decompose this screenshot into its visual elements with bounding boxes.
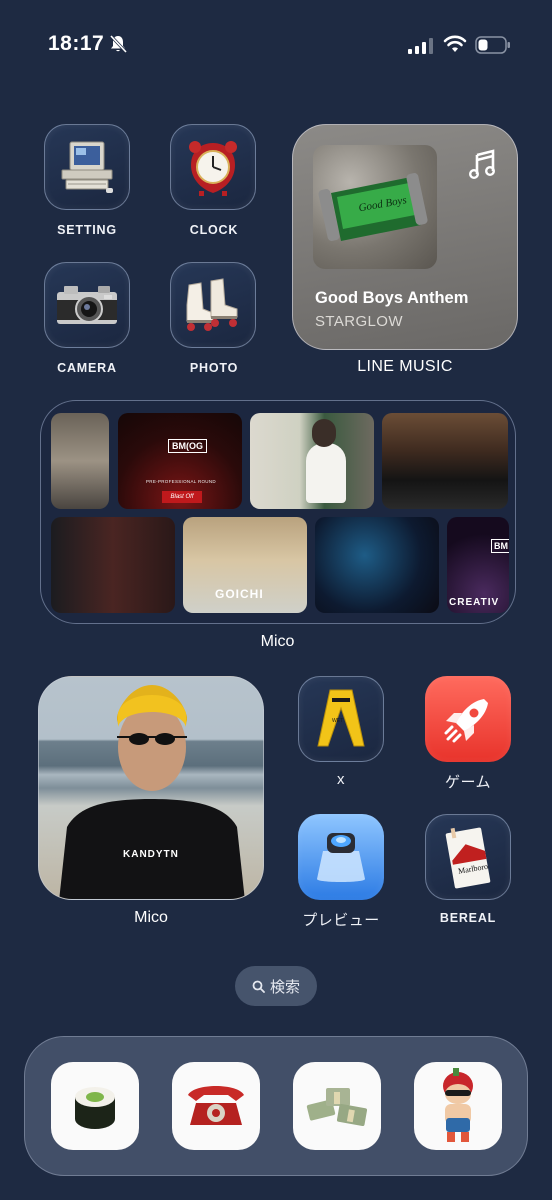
camera-app-button[interactable] (44, 262, 130, 348)
dock-app-money[interactable] (293, 1062, 381, 1150)
x-app-label: x (337, 771, 345, 788)
photo-widget[interactable]: BM(OG PRE-PROFESSIONAL ROUND Blast Off G… (40, 400, 516, 624)
wifi-icon (443, 35, 467, 52)
tile-blast-text: Blast Off (162, 491, 202, 503)
money-stacks-icon (306, 1088, 368, 1126)
game-app-button[interactable] (425, 676, 511, 762)
tile-logo-text: BM(OG (168, 439, 207, 453)
person-photo (59, 685, 245, 899)
line-music-widget[interactable]: Good Boys Good Boys Anthem STARGLOW (292, 124, 518, 350)
tile-round-text: PRE-PROFESSIONAL ROUND (146, 479, 216, 484)
photo-tile (315, 517, 439, 613)
large-photo-widget[interactable]: KANDYTN (38, 676, 264, 900)
vintage-camera-icon (57, 286, 117, 324)
photo-tile: BM(OG PRE-PROFESSIONAL ROUND Blast Off (118, 413, 242, 509)
shirt-text: KANDYTN (123, 849, 179, 860)
music-note-icon (469, 149, 495, 179)
silent-bell-icon (109, 34, 128, 54)
rocket-icon (444, 699, 488, 743)
alarm-clock-icon (189, 141, 237, 196)
song-title: Good Boys Anthem (315, 289, 469, 307)
bereal-app-label: BEREAL (439, 911, 497, 925)
camera-app-label: CAMERA (57, 361, 117, 375)
preview-app-label: プレビュー (302, 912, 380, 929)
battery-icon (475, 36, 510, 54)
clock-app-label: CLOCK (189, 223, 239, 237)
retro-computer-icon (61, 141, 113, 193)
character-figure-icon (443, 1068, 473, 1142)
photo-tile (250, 413, 374, 509)
game-app-label: ゲーム (444, 774, 492, 791)
tile-creative-text: CREATIV (449, 597, 500, 608)
loupe-icon (317, 833, 365, 882)
roller-skates-icon (186, 278, 238, 331)
preview-app-button[interactable] (298, 814, 384, 900)
dock-app-sushi[interactable] (51, 1062, 139, 1150)
sushi-roll-icon (75, 1087, 115, 1129)
photo-tile: GOICHI (183, 517, 307, 613)
setting-app-label: SETTING (57, 223, 117, 237)
search-button[interactable]: 検索 (235, 966, 317, 1006)
tile-logo-text-2: BM (491, 539, 509, 553)
artist-name: STARGLOW (315, 313, 403, 330)
cellular-signal-icon (408, 38, 433, 54)
clock-app-button[interactable] (170, 124, 256, 210)
photo-tile (51, 413, 109, 509)
cigarette-pack-icon: Marlboro (445, 827, 491, 889)
search-label: 検索 (269, 978, 300, 996)
tile-goichi-text: GOICHI (215, 587, 264, 601)
photo-widget-label: Mico (260, 633, 295, 650)
photo-tile: BM CREATIV (447, 517, 509, 613)
album-art: Good Boys (313, 145, 437, 269)
photo-app-label: PHOTO (189, 361, 239, 375)
photo-tile (382, 413, 508, 509)
search-icon (252, 980, 265, 993)
dock-app-figure[interactable] (414, 1062, 502, 1150)
line-music-label: LINE MUSIC (357, 358, 453, 375)
caution-sign-icon: WET (317, 689, 365, 747)
large-photo-label: Mico (134, 909, 168, 926)
dock-app-telephone[interactable] (172, 1062, 260, 1150)
photo-tile (51, 517, 175, 613)
setting-app-button[interactable] (44, 124, 130, 210)
status-time: 18:17 (48, 32, 105, 55)
photo-app-button[interactable] (170, 262, 256, 348)
svg-text:WET: WET (332, 718, 343, 724)
bereal-app-button[interactable]: Marlboro (425, 814, 511, 900)
red-telephone-icon (188, 1086, 244, 1125)
x-app-button[interactable]: WET (298, 676, 384, 762)
